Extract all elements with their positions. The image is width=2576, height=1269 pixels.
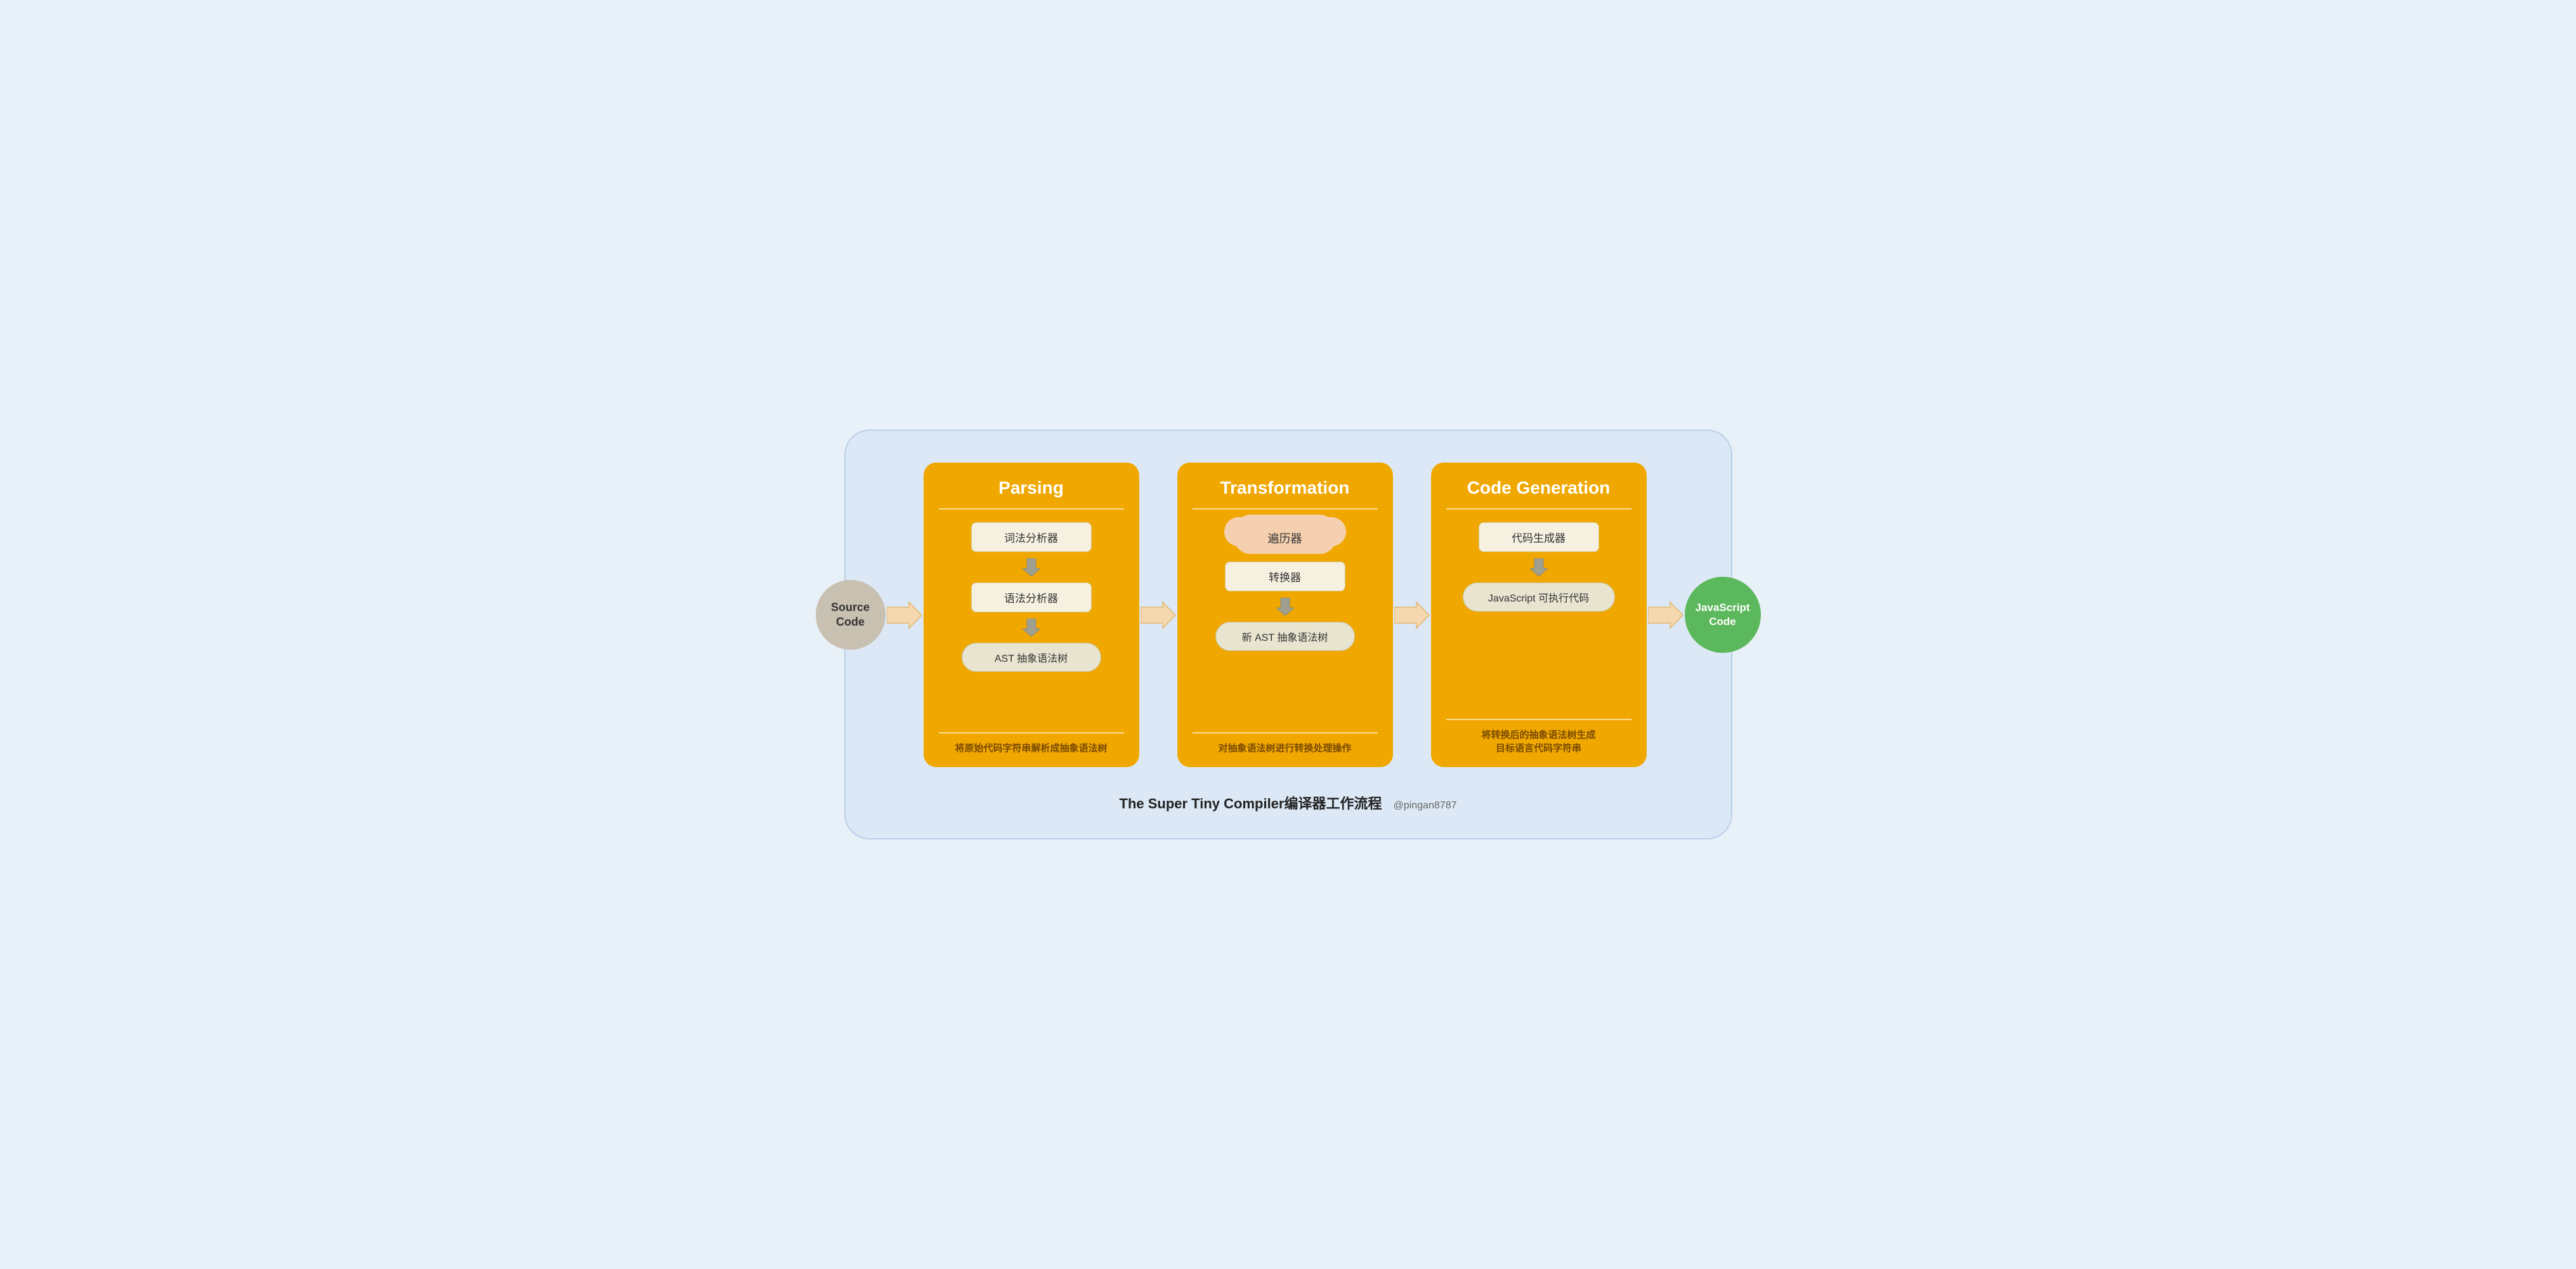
codegen-box: 代码生成器	[1479, 522, 1599, 552]
parsing-divider	[939, 508, 1124, 510]
outer-container: Source Code Parsing 词法分析器	[844, 430, 1732, 839]
codegen-content: 代码生成器 JavaScript 可执行代码	[1446, 522, 1631, 709]
ast-label: AST 抽象语法树	[995, 654, 1068, 664]
caption-main: The Super Tiny Compiler编译器工作流程	[1120, 796, 1382, 812]
transformation-title: Transformation	[1220, 478, 1350, 498]
transformation-footer: 对抽象语法树进行转换处理操作	[1193, 732, 1378, 754]
parsing-arrow-1	[1023, 558, 1040, 576]
caption-sub: @pingan8787	[1394, 800, 1457, 811]
source-code-circle: Source Code	[816, 580, 886, 650]
lexer-label: 词法分析器	[1004, 532, 1058, 544]
source-code-label: Source Code	[816, 600, 886, 630]
arrow-transformation-to-codegen	[1393, 599, 1431, 631]
caption-area: The Super Tiny Compiler编译器工作流程 @pingan87…	[884, 792, 1693, 813]
codegen-divider	[1446, 508, 1631, 510]
parser-label: 语法分析器	[1004, 593, 1058, 605]
arrow-source-to-parsing	[886, 599, 924, 631]
transformation-divider	[1193, 508, 1378, 510]
ast-oval: AST 抽象语法树	[962, 643, 1101, 672]
traverser-cloud: 遍历器	[1234, 522, 1336, 554]
codegen-label: 代码生成器	[1512, 532, 1566, 544]
transformation-arrow-1	[1276, 598, 1294, 615]
diagram-area: Source Code Parsing 词法分析器	[884, 463, 1693, 767]
parsing-title: Parsing	[998, 478, 1064, 498]
js-code-oval: JavaScript 可执行代码	[1463, 582, 1615, 612]
js-output-circle: JavaScriptCode	[1685, 577, 1761, 653]
parsing-stage: Parsing 词法分析器 语法分析器	[924, 463, 1139, 767]
transformation-content: 遍历器 转换器 新 AST 抽象语法树	[1193, 522, 1378, 722]
transformation-stage: Transformation 遍历器 转换器 新 AST 抽象语法树	[1177, 463, 1393, 767]
codegen-footer: 将转换后的抽象语法树生成目标语言代码字符串	[1446, 719, 1631, 754]
arrow-codegen-to-output	[1647, 599, 1685, 631]
lexer-box: 词法分析器	[971, 522, 1092, 552]
parsing-content: 词法分析器 语法分析器 AST 抽象语法树	[939, 522, 1124, 722]
new-ast-label: 新 AST 抽象语法树	[1242, 633, 1328, 643]
transformer-box: 转换器	[1225, 562, 1345, 591]
codegen-title: Code Generation	[1467, 478, 1611, 498]
transformer-label: 转换器	[1269, 572, 1301, 584]
parser-box: 语法分析器	[971, 582, 1092, 612]
parsing-footer: 将原始代码字符串解析成抽象语法树	[939, 732, 1124, 754]
new-ast-oval: 新 AST 抽象语法树	[1215, 622, 1355, 651]
js-output-label: JavaScriptCode	[1696, 601, 1750, 629]
codegen-arrow-1	[1530, 558, 1548, 576]
arrow-parsing-to-transformation	[1139, 599, 1177, 631]
traverser-label: 遍历器	[1268, 532, 1302, 545]
js-code-label: JavaScript 可执行代码	[1488, 593, 1589, 604]
codegen-stage: Code Generation 代码生成器 JavaScript 可执行代码 将…	[1431, 463, 1647, 767]
parsing-arrow-2	[1023, 619, 1040, 636]
